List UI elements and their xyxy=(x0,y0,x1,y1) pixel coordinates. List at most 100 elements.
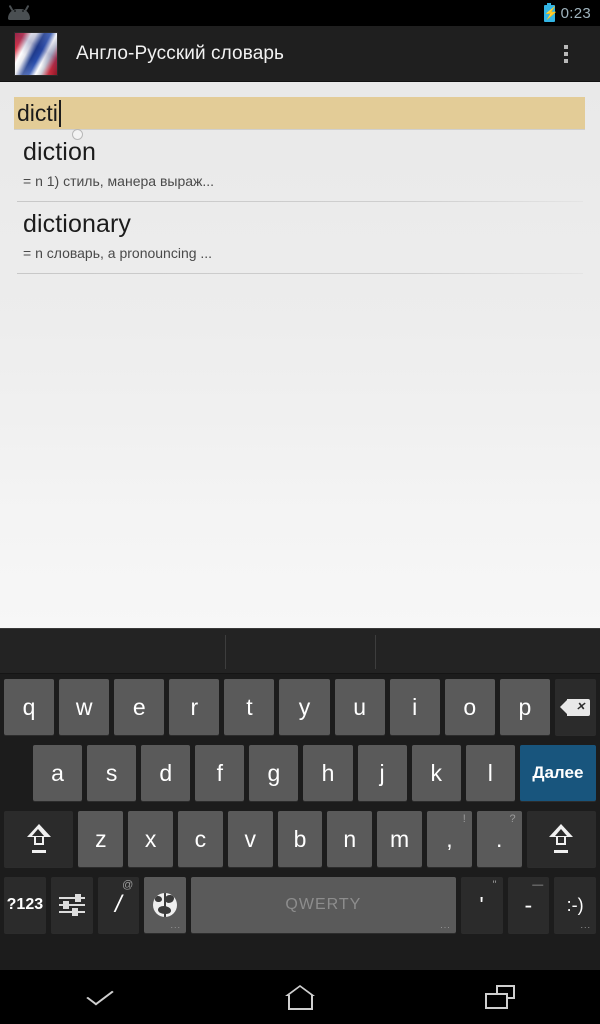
key-l[interactable]: l xyxy=(465,745,515,801)
search-input-value: dicti xyxy=(17,100,58,126)
action-bar: Англо-Русский словарь xyxy=(0,26,600,82)
key-h[interactable]: h xyxy=(303,745,353,801)
search-row: dicti xyxy=(0,82,600,140)
shift-icon xyxy=(26,824,51,854)
key-slash-sup: @ xyxy=(122,879,134,891)
sliders-settings-icon[interactable] xyxy=(50,877,93,933)
key-r-label: r xyxy=(190,693,199,720)
list-item[interactable]: diction = n 1) стиль, манера выраж... xyxy=(0,130,600,197)
key-w[interactable]: w xyxy=(59,679,110,735)
key-a[interactable]: a xyxy=(33,745,83,801)
home-icon[interactable] xyxy=(200,970,400,1024)
key-space[interactable]: QWERTY ... xyxy=(191,877,456,933)
key-comma[interactable]: !, xyxy=(427,811,472,867)
page-title: Англо-Русский словарь xyxy=(76,42,285,64)
list-item[interactable]: dictionary = n словарь, a pronouncing ... xyxy=(0,202,600,269)
key-z-label: z xyxy=(95,825,107,852)
key-comma-sup: ! xyxy=(462,813,466,825)
key-apostrophe[interactable]: " ' xyxy=(460,877,503,933)
main-content: dicti diction = n 1) стиль, манера выраж.… xyxy=(0,82,600,628)
list-divider xyxy=(17,273,583,274)
key-u[interactable]: u xyxy=(334,679,385,735)
key-hyphen[interactable]: — - xyxy=(507,877,550,933)
key-comma-label: , xyxy=(446,825,453,852)
key-emoji[interactable]: :-) ... xyxy=(554,877,596,933)
search-results-list: diction = n 1) стиль, манера выраж... dict… xyxy=(0,130,600,274)
key-p-label: p xyxy=(518,693,532,720)
chevron-down-hide-keyboard-icon[interactable] xyxy=(0,970,200,1024)
key-g[interactable]: g xyxy=(249,745,299,801)
suggestion-divider xyxy=(225,635,226,669)
key-shift-left[interactable] xyxy=(4,811,74,867)
status-bar-notifications xyxy=(0,4,30,20)
key-e-label: e xyxy=(132,693,146,720)
uk-russia-flags-icon xyxy=(14,31,58,76)
key-d-label: d xyxy=(159,759,173,786)
key-o[interactable]: o xyxy=(444,679,495,735)
key-period[interactable]: ?. xyxy=(476,811,522,867)
key-i[interactable]: i xyxy=(389,679,440,735)
suggestion-strip[interactable] xyxy=(0,628,600,674)
key-slash[interactable]: @ / xyxy=(97,877,140,933)
soft-keyboard: q w e r t y u i o p ✕ a s d f g h j k l Далее z x c v b n m!,?. ?… xyxy=(0,628,600,970)
key-s[interactable]: s xyxy=(87,745,137,801)
key-l-label: l xyxy=(487,759,493,786)
key-s-label: s xyxy=(105,759,118,786)
key-g-label: g xyxy=(267,759,281,786)
backspace-icon[interactable]: ✕ xyxy=(554,679,597,735)
key-x-label: x xyxy=(144,825,157,852)
key-n-label: n xyxy=(343,825,357,852)
navigation-bar xyxy=(0,970,600,1024)
key-y[interactable]: y xyxy=(279,679,330,735)
key-r[interactable]: r xyxy=(169,679,220,735)
key-shift-right[interactable] xyxy=(526,811,597,867)
status-bar-clock: 0:23 xyxy=(560,4,591,22)
key-k[interactable]: k xyxy=(411,745,461,801)
key-y-label: y xyxy=(298,693,311,720)
key-h-label: h xyxy=(321,759,335,786)
overflow-menu-icon[interactable] xyxy=(542,26,590,82)
key-m[interactable]: m xyxy=(377,811,423,867)
key-w-label: w xyxy=(75,693,93,720)
key-f[interactable]: f xyxy=(195,745,245,801)
device-screen: ⚡ 0:23 Англо-Русский словарь dicti dicti… xyxy=(0,0,600,1024)
recent-apps-icon[interactable] xyxy=(400,970,600,1024)
key-m-label: m xyxy=(390,825,410,852)
key-v[interactable]: v xyxy=(227,811,273,867)
key-enter-next[interactable]: Далее xyxy=(519,745,596,801)
result-title: dictionary xyxy=(23,210,131,238)
key-symbols[interactable]: ?123 xyxy=(4,877,46,933)
key-j[interactable]: j xyxy=(357,745,407,801)
key-t[interactable]: t xyxy=(224,679,275,735)
key-period-sup: ? xyxy=(509,813,516,825)
key-q-label: q xyxy=(22,693,36,720)
keyboard-row-3: z x c v b n m!,?. xyxy=(0,806,600,872)
key-c[interactable]: c xyxy=(178,811,223,867)
result-definition: = n 1) стиль, манера выраж... xyxy=(23,173,215,189)
key-u-label: u xyxy=(353,693,366,720)
key-t-label: t xyxy=(246,693,253,720)
key-e[interactable]: e xyxy=(114,679,165,735)
search-input[interactable]: dicti xyxy=(14,97,585,129)
key-a-label: a xyxy=(51,759,64,786)
key-c-label: c xyxy=(194,825,207,852)
key-f-label: f xyxy=(216,759,224,786)
globe-language-icon[interactable]: ... xyxy=(144,877,186,933)
key-enter-next-label: Далее xyxy=(532,763,584,782)
key-z[interactable]: z xyxy=(78,811,124,867)
key-o-label: o xyxy=(463,693,477,720)
key-b[interactable]: b xyxy=(277,811,323,867)
key-i-label: i xyxy=(412,693,418,720)
key-b-label: b xyxy=(293,825,307,852)
status-bar-system: ⚡ 0:23 xyxy=(543,2,600,22)
keyboard-row-4: ?123 @ / ... QWERTY ... " ' — -:-) ... xyxy=(0,872,600,938)
key-p[interactable]: p xyxy=(499,679,550,735)
key-x[interactable]: x xyxy=(128,811,174,867)
android-head-icon xyxy=(8,4,30,20)
result-title: diction xyxy=(23,138,96,166)
key-n[interactable]: n xyxy=(327,811,373,867)
key-q[interactable]: q xyxy=(4,679,55,735)
key-j-label: j xyxy=(379,759,385,786)
suggestion-divider xyxy=(375,635,376,669)
key-d[interactable]: d xyxy=(141,745,191,801)
